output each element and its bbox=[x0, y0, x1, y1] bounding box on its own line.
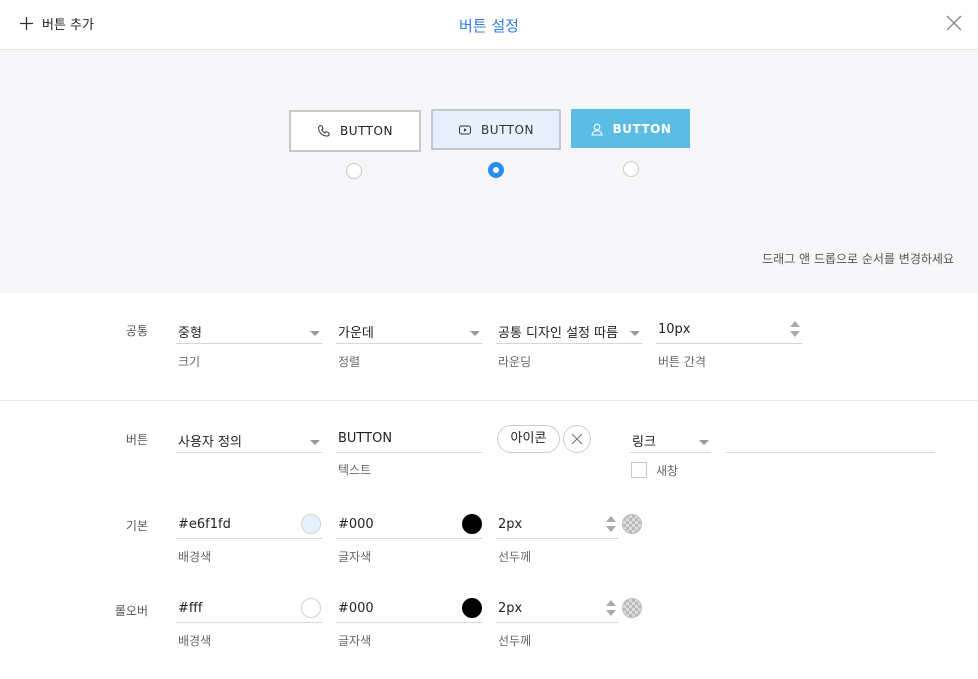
phone-icon bbox=[318, 124, 330, 137]
chevron-down-icon bbox=[470, 331, 480, 336]
button-row-label: 버튼 bbox=[125, 433, 148, 447]
button-text-value: BUTTON bbox=[338, 431, 393, 446]
rounding-select[interactable]: 공통 디자인 설정 따름 bbox=[496, 320, 642, 344]
icon-remove-button[interactable] bbox=[563, 425, 591, 453]
hover-bg-value: #fff bbox=[178, 601, 203, 616]
default-text-color-caption: 글자색 bbox=[338, 550, 372, 564]
size-select[interactable]: 중형 bbox=[176, 320, 322, 344]
new-window-label: 새창 bbox=[656, 464, 679, 478]
chevron-down-icon bbox=[310, 331, 320, 336]
stepper-icon[interactable] bbox=[790, 321, 800, 339]
hover-text-color-value: #000 bbox=[338, 601, 374, 616]
chevron-down-icon bbox=[699, 440, 709, 445]
default-border-input[interactable]: 2px bbox=[496, 515, 618, 539]
default-row-label: 기본 bbox=[125, 519, 148, 533]
gap-value: 10px bbox=[658, 322, 691, 337]
gap-input[interactable]: 10px bbox=[656, 320, 802, 344]
default-border-color-swatch[interactable] bbox=[622, 514, 642, 534]
reorder-hint: 드래그 앤 드롭으로 순서를 변경하세요 bbox=[762, 252, 954, 266]
align-caption: 정렬 bbox=[338, 355, 361, 369]
common-row-label: 공통 bbox=[125, 324, 148, 338]
preview-button-3[interactable]: BUTTON bbox=[571, 109, 690, 148]
button-preview-area: BUTTON BUTTON BUTTON 드래그 앤 드롭으로 순서를 변경하세… bbox=[0, 50, 978, 293]
button-style-select[interactable]: 사용자 정의 bbox=[176, 429, 322, 453]
default-bg-value: #e6f1fd bbox=[178, 517, 231, 532]
chevron-down-icon bbox=[630, 331, 640, 336]
preview-radio-1[interactable] bbox=[346, 163, 362, 179]
link-type-select[interactable]: 링크 bbox=[630, 429, 711, 453]
default-border-value: 2px bbox=[498, 517, 523, 532]
hover-border-caption: 선두께 bbox=[498, 634, 532, 648]
rounding-value: 공통 디자인 설정 따름 bbox=[498, 326, 619, 341]
align-select[interactable]: 가운데 bbox=[336, 320, 482, 344]
stepper-icon[interactable] bbox=[606, 600, 616, 618]
close-icon[interactable] bbox=[946, 15, 962, 31]
size-caption: 크기 bbox=[178, 355, 201, 369]
align-value: 가운데 bbox=[338, 326, 374, 341]
preview-button-1-label: BUTTON bbox=[340, 124, 393, 138]
default-bg-swatch[interactable] bbox=[301, 514, 321, 534]
default-bg-input[interactable]: #e6f1fd bbox=[176, 515, 322, 539]
chevron-down-icon bbox=[310, 440, 320, 445]
hover-bg-caption: 배경색 bbox=[178, 634, 212, 648]
button-style-value: 사용자 정의 bbox=[178, 435, 242, 450]
hover-text-color-input[interactable]: #000 bbox=[336, 599, 482, 623]
preview-button-3-label: BUTTON bbox=[612, 121, 672, 136]
size-value: 중형 bbox=[178, 326, 202, 341]
user-icon bbox=[590, 123, 603, 136]
new-window-checkbox[interactable] bbox=[631, 462, 647, 478]
section-divider bbox=[0, 400, 978, 401]
hover-border-color-swatch[interactable] bbox=[622, 598, 642, 618]
preview-radio-3[interactable] bbox=[623, 161, 639, 177]
hover-row-label: 롤오버 bbox=[114, 604, 148, 618]
close-icon bbox=[571, 433, 583, 445]
default-bg-caption: 배경색 bbox=[178, 550, 212, 564]
hover-border-input[interactable]: 2px bbox=[496, 599, 618, 623]
button-text-input[interactable]: BUTTON bbox=[336, 429, 482, 453]
preview-radio-2[interactable] bbox=[488, 162, 504, 178]
hover-bg-swatch[interactable] bbox=[301, 598, 321, 618]
preview-button-1[interactable]: BUTTON bbox=[289, 110, 421, 152]
default-text-color-swatch[interactable] bbox=[462, 514, 482, 534]
icon-select-button[interactable]: 아이콘 bbox=[497, 425, 560, 453]
modal-title: 버튼 설정 bbox=[459, 17, 519, 35]
hover-text-color-swatch[interactable] bbox=[462, 598, 482, 618]
stepper-icon[interactable] bbox=[606, 516, 616, 534]
button-text-caption: 텍스트 bbox=[338, 463, 372, 477]
hover-text-color-caption: 글자색 bbox=[338, 634, 372, 648]
link-type-value: 링크 bbox=[632, 435, 656, 450]
hover-bg-input[interactable]: #fff bbox=[176, 599, 322, 623]
default-border-caption: 선두께 bbox=[498, 550, 532, 564]
modal-header: 버튼 추가 버튼 설정 bbox=[0, 0, 978, 50]
preview-button-2-label: BUTTON bbox=[481, 122, 534, 137]
preview-button-2[interactable]: BUTTON bbox=[431, 109, 561, 150]
link-url-input[interactable] bbox=[726, 429, 935, 453]
default-text-color-value: #000 bbox=[338, 517, 374, 532]
video-play-icon bbox=[459, 125, 472, 134]
rounding-caption: 라운딩 bbox=[498, 355, 532, 369]
default-text-color-input[interactable]: #000 bbox=[336, 515, 482, 539]
gap-caption: 버튼 간격 bbox=[658, 355, 706, 369]
hover-border-value: 2px bbox=[498, 601, 523, 616]
